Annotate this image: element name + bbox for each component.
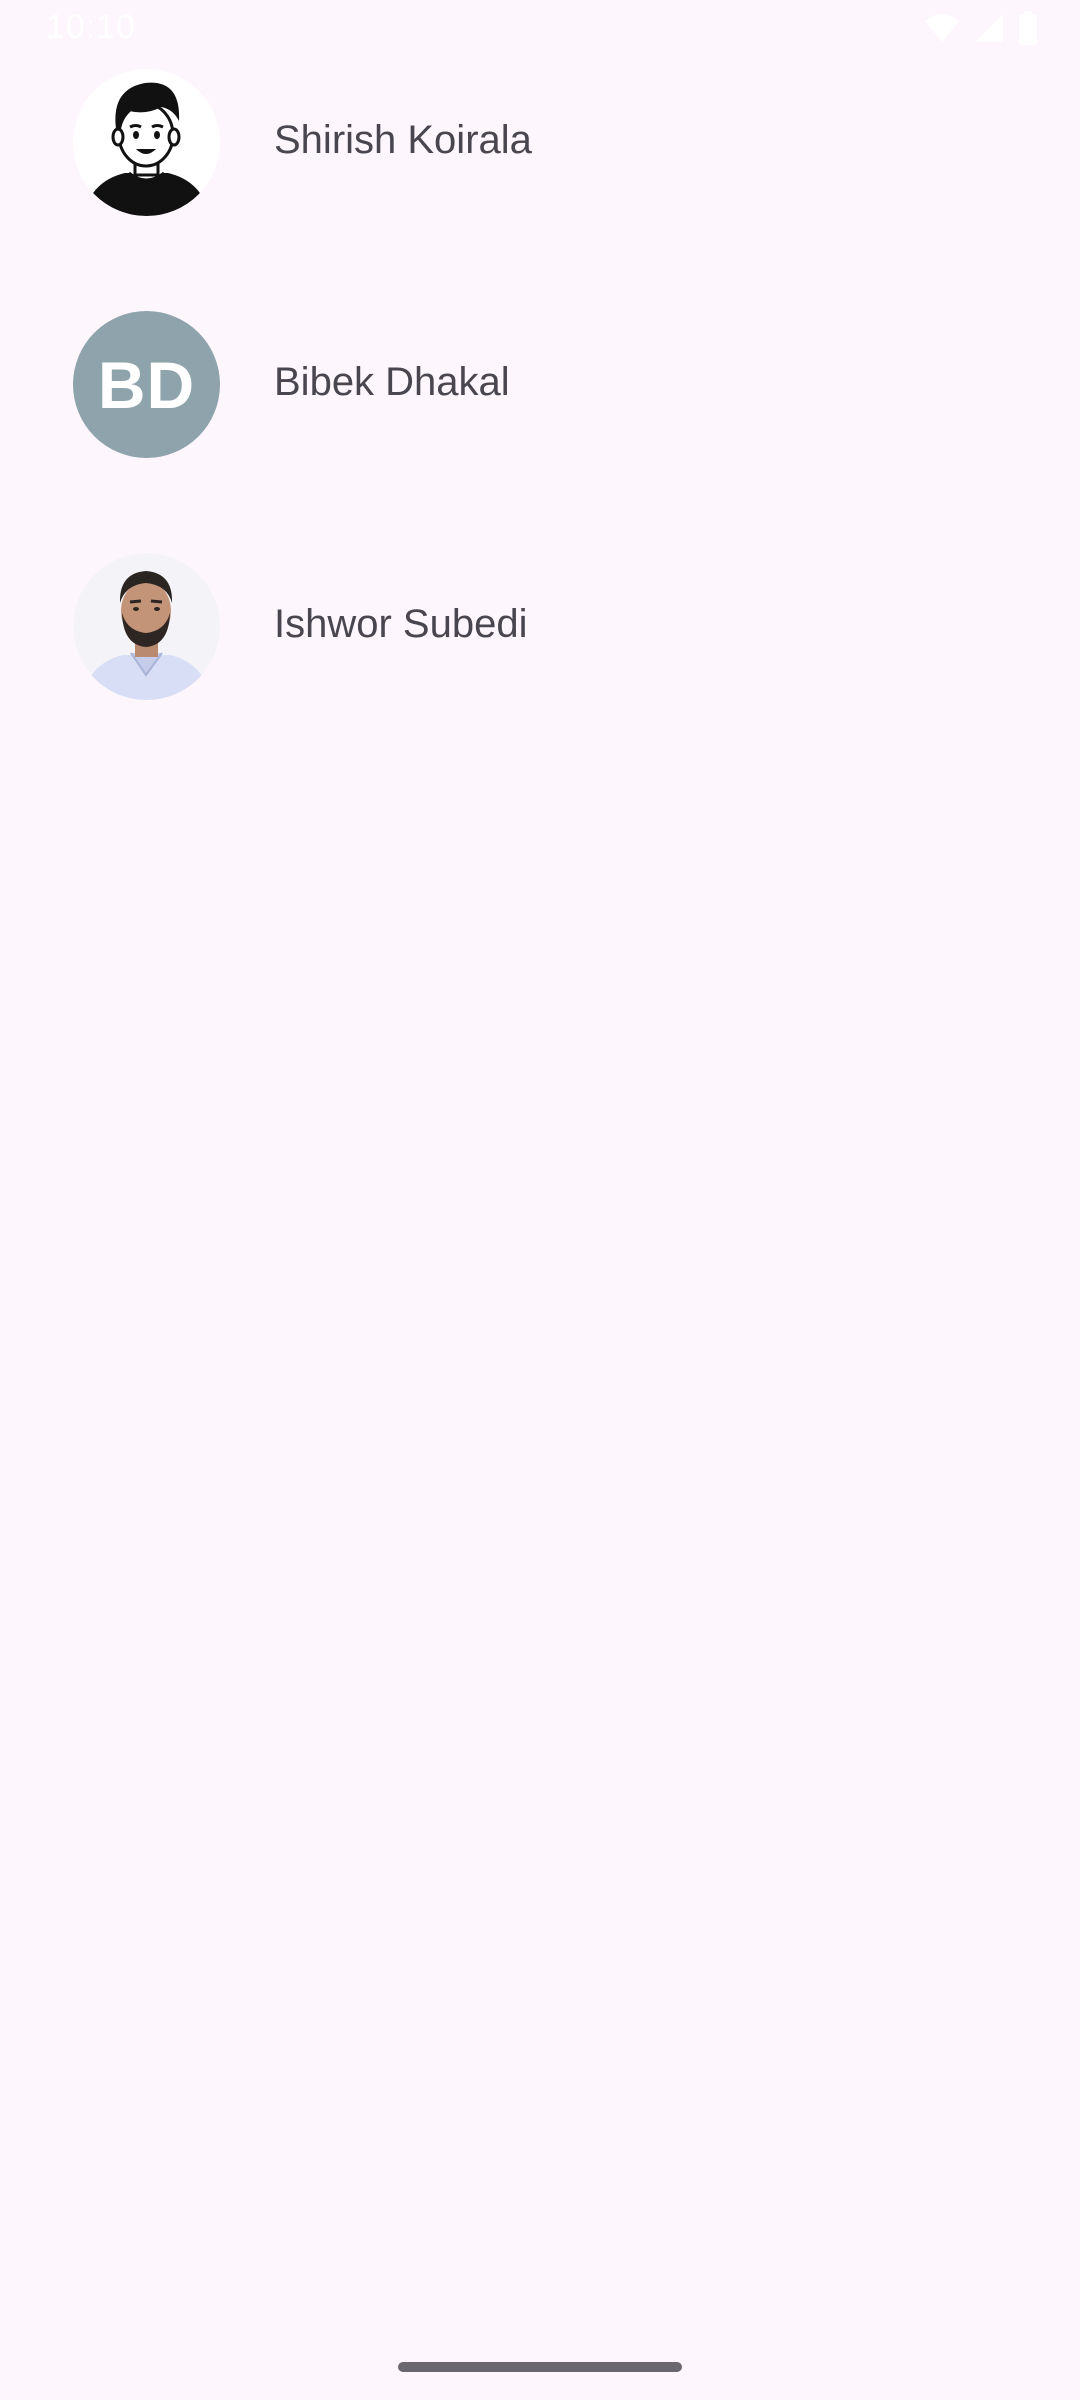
- status-icons: [924, 10, 1038, 50]
- battery-icon: [1018, 10, 1038, 50]
- avatar-initials: BD: [97, 347, 196, 422]
- initials-avatar: BD: [73, 311, 220, 458]
- cell-signal-icon: [974, 13, 1004, 48]
- contact-name: Shirish Koirala: [274, 118, 532, 162]
- app-screen: 10:10 Shirish Koirala BD Bibek Dhakal Is…: [0, 0, 1080, 2400]
- contact-row[interactable]: Shirish Koirala: [0, 60, 1080, 260]
- home-indicator[interactable]: [398, 2362, 682, 2372]
- contact-row[interactable]: Ishwor Subedi: [0, 544, 1080, 744]
- contact-name: Ishwor Subedi: [274, 602, 528, 646]
- contact-name: Bibek Dhakal: [274, 360, 510, 404]
- contact-row[interactable]: BD Bibek Dhakal: [0, 302, 1080, 502]
- photo-avatar: [73, 553, 220, 700]
- cartoon-avatar: [73, 69, 220, 216]
- wifi-icon: [924, 13, 960, 48]
- status-time: 10:10: [46, 8, 137, 46]
- status-bar: 10:10: [0, 0, 1080, 60]
